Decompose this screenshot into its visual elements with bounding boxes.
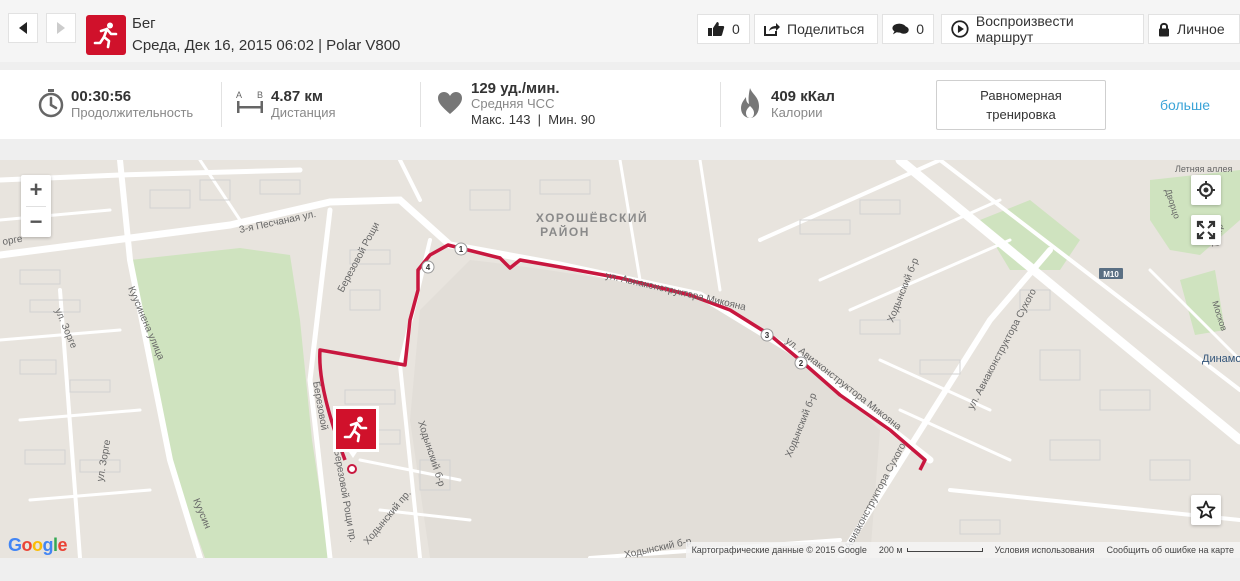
district-label: ХОРОШЁВСКИЙ <box>536 210 648 225</box>
km-marker-3: 3 <box>765 331 770 340</box>
street-label: Ходынский б-р <box>885 256 922 324</box>
zoom-in-button[interactable]: + <box>21 175 51 205</box>
calories-metric: 409 кКал Калории <box>738 70 918 139</box>
replay-route-label: Воспроизвести маршрут <box>975 13 1074 45</box>
like-count: 0 <box>732 21 740 37</box>
avg-heart-rate-label: Средняя ЧСС <box>471 96 555 111</box>
map-attribution: Картографические данные © 2015 Google 20… <box>685 542 1240 558</box>
like-button[interactable]: 0 <box>697 14 750 44</box>
street-label: Березовой Рощи пр. <box>331 449 358 544</box>
highway-label: M10 <box>1103 270 1119 279</box>
calories-label: Калории <box>771 105 823 120</box>
locate-button[interactable] <box>1191 175 1221 205</box>
fullscreen-icon <box>1196 220 1216 240</box>
street-label: Летняя аллея <box>1175 164 1232 174</box>
street-label: ул. Зорге <box>95 438 113 482</box>
share-label: Поделиться <box>787 21 865 37</box>
favorite-route-button[interactable] <box>1191 495 1221 525</box>
metro-station-label: Динамо <box>1202 353 1240 365</box>
terms-link[interactable]: Условия использования <box>995 545 1095 555</box>
star-icon <box>1196 500 1216 519</box>
running-icon <box>86 15 126 55</box>
km-marker-2: 2 <box>799 359 804 368</box>
next-button[interactable] <box>46 13 76 43</box>
share-button[interactable]: Поделиться <box>754 14 878 44</box>
heart-rate-max-min: Макс. 143 | Мин. 90 <box>471 112 596 127</box>
training-benefit-button[interactable]: Равномерная тренировка <box>936 80 1106 130</box>
chevron-right-icon <box>57 22 65 34</box>
privacy-label: Личное <box>1177 21 1225 37</box>
thumbs-up-icon <box>708 22 725 36</box>
district-label: РАЙОН <box>540 224 590 239</box>
comment-icon <box>892 23 909 35</box>
duration-metric: 00:30:56 Продолжительность <box>38 70 218 139</box>
distance-label: Дистанция <box>271 105 336 120</box>
street-label: Ходынский пр. <box>362 488 414 547</box>
play-circle-icon <box>951 20 969 38</box>
more-link[interactable]: больше <box>1160 97 1210 113</box>
heart-icon <box>438 92 462 114</box>
calories-value: 409 кКал <box>771 88 835 105</box>
distance-metric: A B 4.87 км Дистанция <box>236 70 416 139</box>
prev-button[interactable] <box>8 13 38 43</box>
comment-count: 0 <box>916 21 924 37</box>
comment-button[interactable]: 0 <box>882 14 934 44</box>
zoom-control: + − <box>21 175 51 237</box>
activity-date-device: Среда, Дек 16, 2015 06:02 | Polar V800 <box>132 37 401 54</box>
activity-header: Бег Среда, Дек 16, 2015 06:02 | Polar V8… <box>0 0 1240 62</box>
report-error-link[interactable]: Сообщить об ошибке на карте <box>1107 545 1234 555</box>
lock-icon <box>1159 22 1169 36</box>
street-label: Березовой Рощи <box>336 221 382 295</box>
training-benefit-label: Равномерная тренировка <box>980 88 1062 122</box>
duration-label: Продолжительность <box>71 105 194 120</box>
divider <box>720 82 721 127</box>
duration-value: 00:30:56 <box>71 88 132 105</box>
fullscreen-button[interactable] <box>1191 215 1221 245</box>
route-map[interactable]: 1 2 3 4 3-я Песчаная ул. Березовой Рощи … <box>0 160 1240 558</box>
avg-heart-rate-value: 129 уд./мин. <box>471 80 560 97</box>
crosshair-icon <box>1197 181 1215 199</box>
share-icon <box>764 23 780 36</box>
flame-icon <box>741 88 759 118</box>
replay-route-button[interactable]: Воспроизвести маршрут <box>941 13 1144 45</box>
chevron-left-icon <box>19 22 27 34</box>
google-logo: Google <box>8 535 68 555</box>
map-canvas: 1 2 3 4 3-я Песчаная ул. Березовой Рощи … <box>0 160 1240 558</box>
divider <box>221 82 222 127</box>
privacy-button[interactable]: Личное <box>1148 14 1240 44</box>
distance-value: 4.87 км <box>271 88 323 105</box>
distance-icon: A B <box>236 90 264 116</box>
km-marker-4: 4 <box>426 263 431 272</box>
map-scale: 200 м <box>879 545 983 555</box>
heart-rate-metric: 129 уд./мин. Средняя ЧСС Макс. 143 | Мин… <box>437 70 707 139</box>
map-data-credit: Картографические данные © 2015 Google <box>691 545 867 555</box>
zoom-out-button[interactable]: − <box>21 207 51 237</box>
stopwatch-icon <box>38 89 64 118</box>
divider <box>420 82 421 127</box>
km-marker-1: 1 <box>459 245 464 254</box>
sport-name: Бег <box>132 15 156 32</box>
training-summary: 00:30:56 Продолжительность A B 4.87 км Д… <box>0 70 1240 139</box>
